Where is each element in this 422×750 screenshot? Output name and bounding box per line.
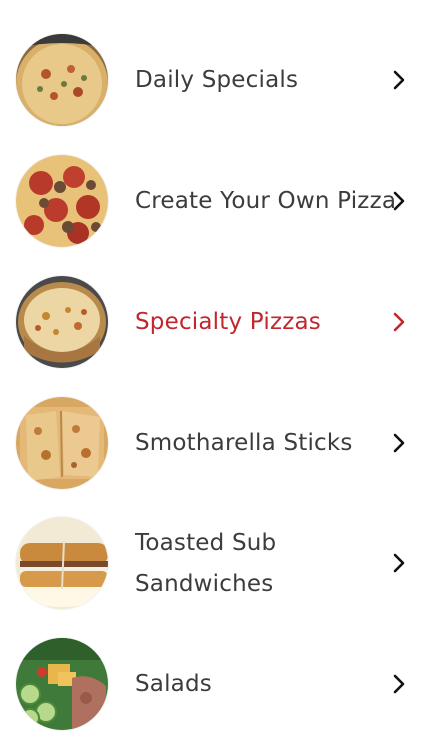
chevron-right-icon: [389, 673, 409, 695]
pepperoni-sausage-pizza-photo-icon: [16, 155, 108, 247]
chevron-right-icon: [389, 311, 409, 333]
menu-item-label: Smotharella Sticks: [135, 430, 353, 456]
menu-item-specialty-pizzas[interactable]: Specialty Pizzas: [0, 262, 422, 383]
pizza-overhead-photo-icon: [16, 34, 108, 126]
chevron-right-icon: [389, 432, 409, 454]
menu-item-daily-specials[interactable]: Daily Specials: [0, 20, 422, 141]
menu-item-toasted-sub-sandwiches[interactable]: Toasted Sub Sandwiches: [0, 503, 422, 624]
salad-photo-icon: [16, 638, 108, 730]
cheese-sticks-photo-icon: [16, 397, 108, 489]
menu-item-label: Daily Specials: [135, 67, 299, 93]
chevron-right-icon: [389, 69, 409, 91]
menu-list: Daily Specials Create Your Own Pizza Spe…: [0, 0, 422, 750]
menu-item-label: Specialty Pizzas: [135, 309, 321, 335]
sub-sandwich-photo-icon: [16, 517, 108, 609]
deep-dish-pizza-photo-icon: [16, 276, 108, 368]
chevron-right-icon: [389, 552, 409, 574]
menu-item-smotharella-sticks[interactable]: Smotharella Sticks: [0, 383, 422, 504]
chevron-right-icon: [389, 190, 409, 212]
menu-item-create-your-own-pizza[interactable]: Create Your Own Pizza: [0, 141, 422, 262]
menu-item-label: Create Your Own Pizza: [135, 188, 397, 214]
menu-item-label: Toasted Sub Sandwiches: [135, 529, 277, 597]
menu-item-label: Salads: [135, 671, 212, 697]
menu-item-salads[interactable]: Salads: [0, 624, 422, 745]
